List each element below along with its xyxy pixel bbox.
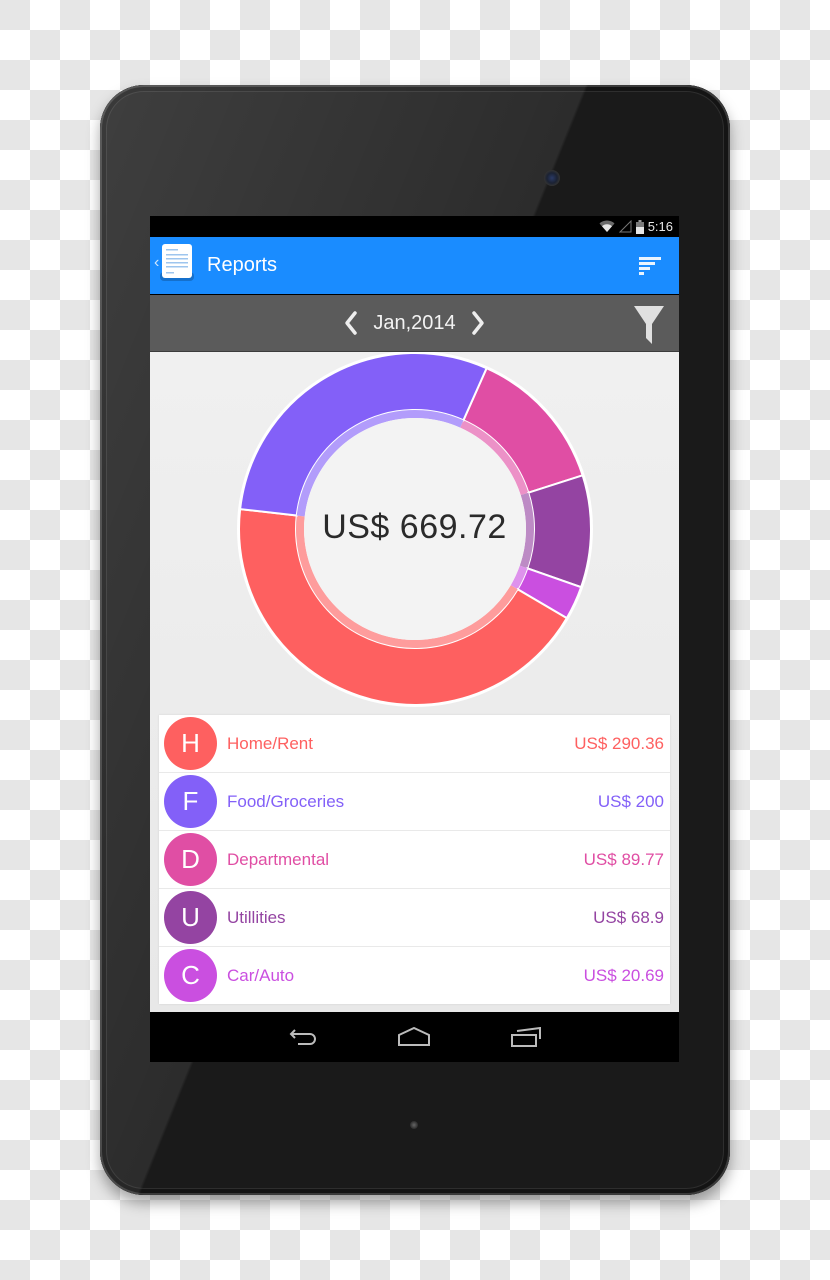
category-name: Car/Auto	[227, 966, 295, 985]
category-name: Departmental	[227, 850, 330, 869]
recent-apps-button[interactable]	[510, 1027, 544, 1049]
category-row[interactable]: U Utillities US$ 68.9	[159, 889, 670, 947]
action-bar: ‹ Reports	[150, 237, 679, 294]
clock: 5:16	[647, 219, 673, 234]
screen: 5:16 ‹ Reports Jan,2014 US$ 669.72 H Hom…	[150, 216, 679, 1062]
recent-apps-icon	[511, 1027, 541, 1047]
total-amount: US$ 669.72	[322, 508, 507, 546]
category-amount: US$ 68.9	[593, 908, 664, 927]
category-row[interactable]: D Departmental US$ 89.77	[159, 831, 670, 889]
category-row[interactable]: F Food/Groceries US$ 200	[159, 773, 670, 831]
page-title: Reports	[207, 254, 278, 276]
filter-funnel-icon	[634, 306, 664, 344]
report-document-icon	[160, 244, 195, 281]
category-name: Food/Groceries	[227, 792, 345, 811]
category-amount: US$ 290.36	[574, 734, 664, 753]
sort-icon	[639, 257, 665, 275]
back-button[interactable]	[286, 1027, 320, 1049]
light-sensor	[410, 1121, 418, 1129]
wifi-icon	[599, 220, 615, 232]
home-button[interactable]	[397, 1027, 431, 1049]
category-avatar: C	[164, 949, 217, 1002]
home-icon	[398, 1027, 430, 1046]
period-bar: Jan,2014	[150, 295, 679, 352]
category-amount: US$ 20.69	[583, 966, 664, 985]
back-icon	[289, 1029, 316, 1045]
next-period-button[interactable]	[466, 309, 490, 337]
sort-button[interactable]	[639, 257, 665, 279]
signal-icon	[618, 220, 632, 233]
navigation-bar	[150, 1013, 679, 1062]
battery-icon	[635, 219, 644, 234]
front-camera	[544, 170, 560, 186]
category-row[interactable]: C Car/Auto US$ 20.69	[159, 947, 670, 1004]
category-amount: US$ 200	[597, 792, 664, 811]
period-label: Jan,2014	[373, 311, 456, 334]
category-row[interactable]: H Home/Rent US$ 290.36	[159, 715, 670, 773]
category-avatar: H	[164, 717, 217, 770]
category-avatar: D	[164, 833, 217, 886]
tablet-device: 5:16 ‹ Reports Jan,2014 US$ 669.72 H Hom…	[100, 85, 730, 1195]
report-content: US$ 669.72 H Home/Rent US$ 290.36 F Food/Gro…	[150, 352, 679, 1012]
category-avatar: F	[164, 775, 217, 828]
filter-button[interactable]	[633, 304, 665, 346]
category-name: Home/Rent	[227, 734, 313, 753]
category-name: Utillities	[227, 908, 286, 927]
category-avatar: U	[164, 891, 217, 944]
app-home-up-button[interactable]: ‹	[154, 244, 195, 282]
previous-period-button[interactable]	[339, 309, 363, 337]
status-bar: 5:16	[150, 216, 679, 237]
category-list: H Home/Rent US$ 290.36 F Food/Groceries US$ 2…	[159, 715, 670, 1004]
chevron-left-icon: ‹	[154, 254, 160, 271]
category-amount: US$ 89.77	[583, 850, 664, 869]
